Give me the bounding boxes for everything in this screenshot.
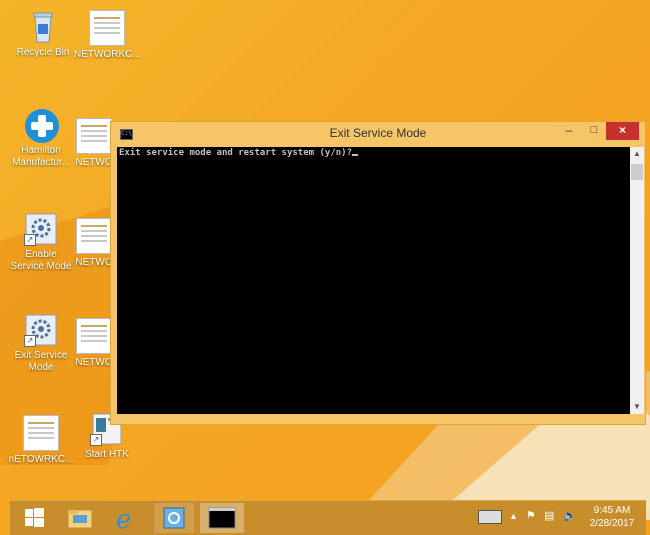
file-explorer-button[interactable] (60, 503, 100, 533)
console-output-area[interactable]: Exit service mode and restart system (y/… (117, 147, 630, 414)
desktop-icon-exit-service-mode[interactable]: ↗ Exit Service Mode (8, 313, 74, 374)
text-cursor (352, 154, 358, 156)
folder-icon (67, 509, 93, 529)
internet-explorer-button[interactable]: e (106, 503, 146, 535)
show-hidden-icons-arrow-icon[interactable]: ▲ (509, 511, 518, 521)
scroll-down-arrow-icon[interactable]: ▼ (630, 400, 644, 414)
taskbar: e ▲ ⚑ ▤ 🔈 9:45 AM 2/28/2017 (10, 500, 646, 535)
desktop[interactable]: Recycle Bin NETWORKC... Hamilton Manufac… (0, 0, 650, 535)
desktop-icon-label: Exit Service Mode (14, 350, 68, 373)
desktop-icon-networkc-4[interactable]: NETWO (74, 318, 114, 369)
maximize-button[interactable]: □ (583, 122, 605, 140)
desktop-icon-label: NETWORKC... (74, 49, 141, 60)
document-icon (76, 218, 112, 254)
control-panel-app-button[interactable] (154, 503, 194, 533)
desktop-icon-label: NETWO (75, 257, 113, 268)
desktop-icon-enable-service-mode[interactable]: ↗ Enable Service Mode (8, 212, 74, 273)
window-titlebar[interactable]: C:\. Exit Service Mode – □ × (111, 122, 645, 146)
shortcut-arrow-icon: ↗ (90, 434, 102, 446)
hamilton-plus-icon (24, 108, 59, 143)
clock-time: 9:45 AM (593, 505, 631, 516)
desktop-icon-networkc-3[interactable]: NETWO (74, 218, 114, 269)
desktop-icon-label: Recycle Bin (16, 47, 70, 58)
console-line: Exit service mode and restart system (y/… (119, 148, 358, 158)
desktop-icon-networkc-5[interactable]: nETOWRKC... (8, 415, 74, 466)
network-icon[interactable]: ▤ (544, 509, 554, 522)
scroll-up-arrow-icon[interactable]: ▲ (630, 147, 644, 161)
desktop-icon-networkc[interactable]: NETWORKC... (74, 10, 141, 61)
clock-date: 2/28/2017 (589, 518, 635, 529)
document-icon (23, 415, 59, 451)
gear-settings-icon: ↗ (24, 313, 58, 347)
desktop-icon-hamilton[interactable]: Hamilton Manufactur... (8, 108, 74, 169)
shortcut-arrow-icon: ↗ (24, 234, 36, 246)
document-icon (76, 318, 112, 354)
internet-explorer-icon: e (116, 505, 131, 535)
scroll-thumb[interactable] (631, 164, 643, 180)
command-prompt-icon (208, 507, 236, 529)
recycle-bin-icon (26, 10, 60, 44)
vertical-scrollbar[interactable]: ▲ ▼ (630, 147, 644, 414)
minimize-button[interactable]: – (558, 122, 580, 140)
volume-muted-icon[interactable]: 🔈 (563, 509, 577, 522)
console-prompt-text: Exit service mode and restart system (y/… (119, 148, 352, 158)
desktop-icon-label: Start HTK (85, 449, 129, 460)
desktop-icon-label: Hamilton Manufactur... (12, 145, 70, 168)
desktop-icon-label: NETWO (75, 157, 113, 168)
windows-logo-icon (25, 508, 44, 527)
desktop-icon-recycle-bin[interactable]: Recycle Bin (10, 10, 76, 59)
gear-settings-icon: ↗ (24, 212, 58, 246)
console-window[interactable]: C:\. Exit Service Mode – □ × Exit servic… (110, 121, 646, 425)
shortcut-arrow-icon: ↗ (24, 335, 36, 347)
close-button[interactable]: × (606, 122, 639, 140)
desktop-icon-label: nETOWRKC... (8, 454, 74, 465)
desktop-icon-label: Enable Service Mode (10, 249, 72, 272)
keyboard-icon[interactable] (478, 510, 502, 524)
document-icon (89, 10, 125, 46)
start-button[interactable] (14, 503, 54, 533)
system-clock[interactable]: 9:45 AM 2/28/2017 (582, 504, 642, 530)
control-panel-icon (163, 507, 185, 529)
action-center-flag-icon[interactable]: ⚑ (526, 509, 536, 522)
desktop-icon-networkc-2[interactable]: NETWO (74, 118, 114, 169)
command-prompt-taskbar-button[interactable] (200, 503, 244, 533)
svg-text:e: e (116, 505, 131, 533)
document-icon (76, 118, 112, 154)
desktop-icon-label: NETWO (75, 357, 113, 368)
